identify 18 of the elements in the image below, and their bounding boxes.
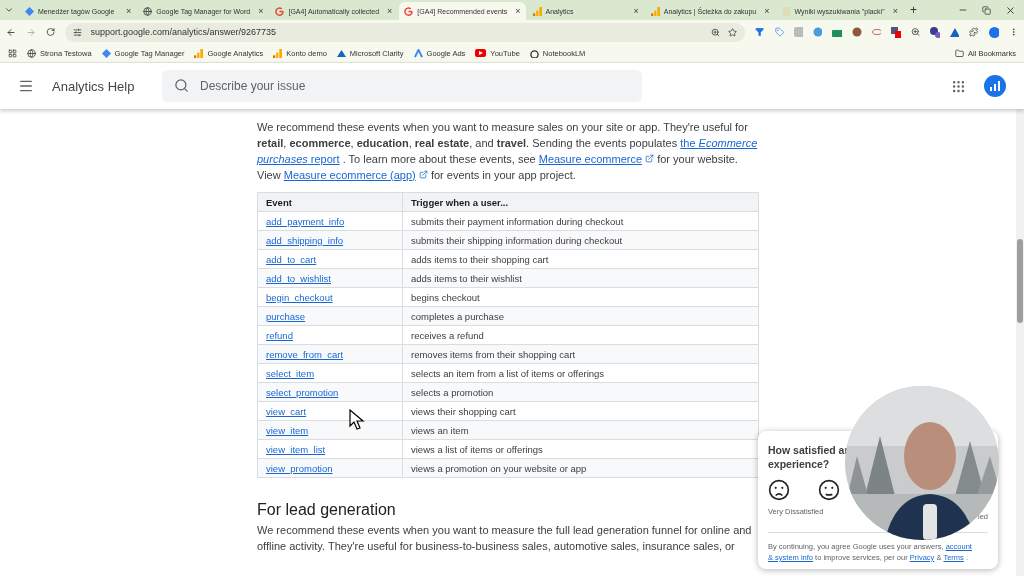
text-link[interactable]: Measure ecommerce (app): [283, 169, 416, 181]
section-heading: For lead generation: [257, 500, 397, 520]
event-link[interactable]: purchase: [266, 310, 306, 322]
text-link[interactable]: the Ecommerce: [680, 137, 758, 149]
text-link[interactable]: Measure ecommerce: [538, 153, 643, 165]
site-title: Analytics Help: [52, 78, 136, 94]
event-link[interactable]: refund: [266, 329, 293, 341]
event-link[interactable]: view_cart: [266, 405, 307, 417]
text-link[interactable]: purchases report: [257, 153, 340, 165]
paragraph: We recommend these events when you want to measure sales on your site or app. They're useful for retail, ecommerce, education, real estate, and travel. Sending the events populates the Ecommerce purchases report . To learn more about these events, see Measure ecommerce for your website. View Measure ecommerce (app) for events in your app project.: [257, 120, 759, 183]
column-header: Event: [257, 192, 403, 212]
search-field[interactable]: Describe your issue: [162, 70, 642, 102]
paragraph: We recommend these events when you want to measure the full lead generation funnel for online and offline activity. They're useful for business-to-business sales, automotive sales, insurance sales, or: [257, 523, 753, 554]
new-tab-button[interactable]: +: [904, 3, 922, 17]
event-link[interactable]: view_item: [266, 424, 309, 436]
survey-question: experience?: [768, 457, 831, 471]
column-header: Trigger when a user...: [402, 192, 759, 212]
address-bar[interactable]: support.google.com/analytics/answer/9267735: [65, 22, 746, 42]
